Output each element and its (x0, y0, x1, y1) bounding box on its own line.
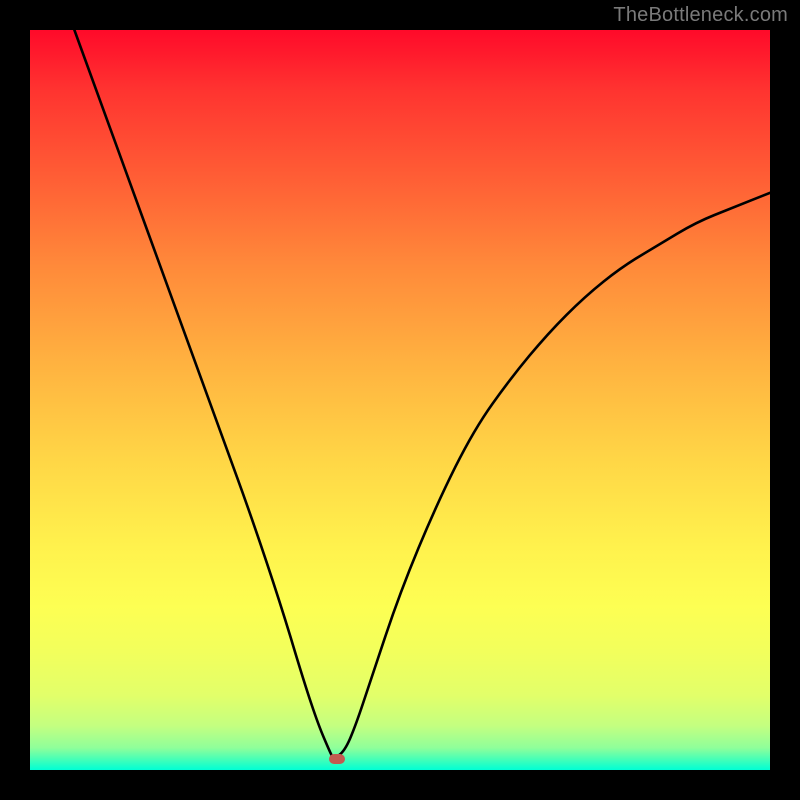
optimal-point-marker (329, 754, 345, 764)
chart-plot-area (30, 30, 770, 770)
bottleneck-curve (74, 30, 770, 757)
curve-svg (30, 30, 770, 770)
watermark-text: TheBottleneck.com (613, 4, 788, 27)
